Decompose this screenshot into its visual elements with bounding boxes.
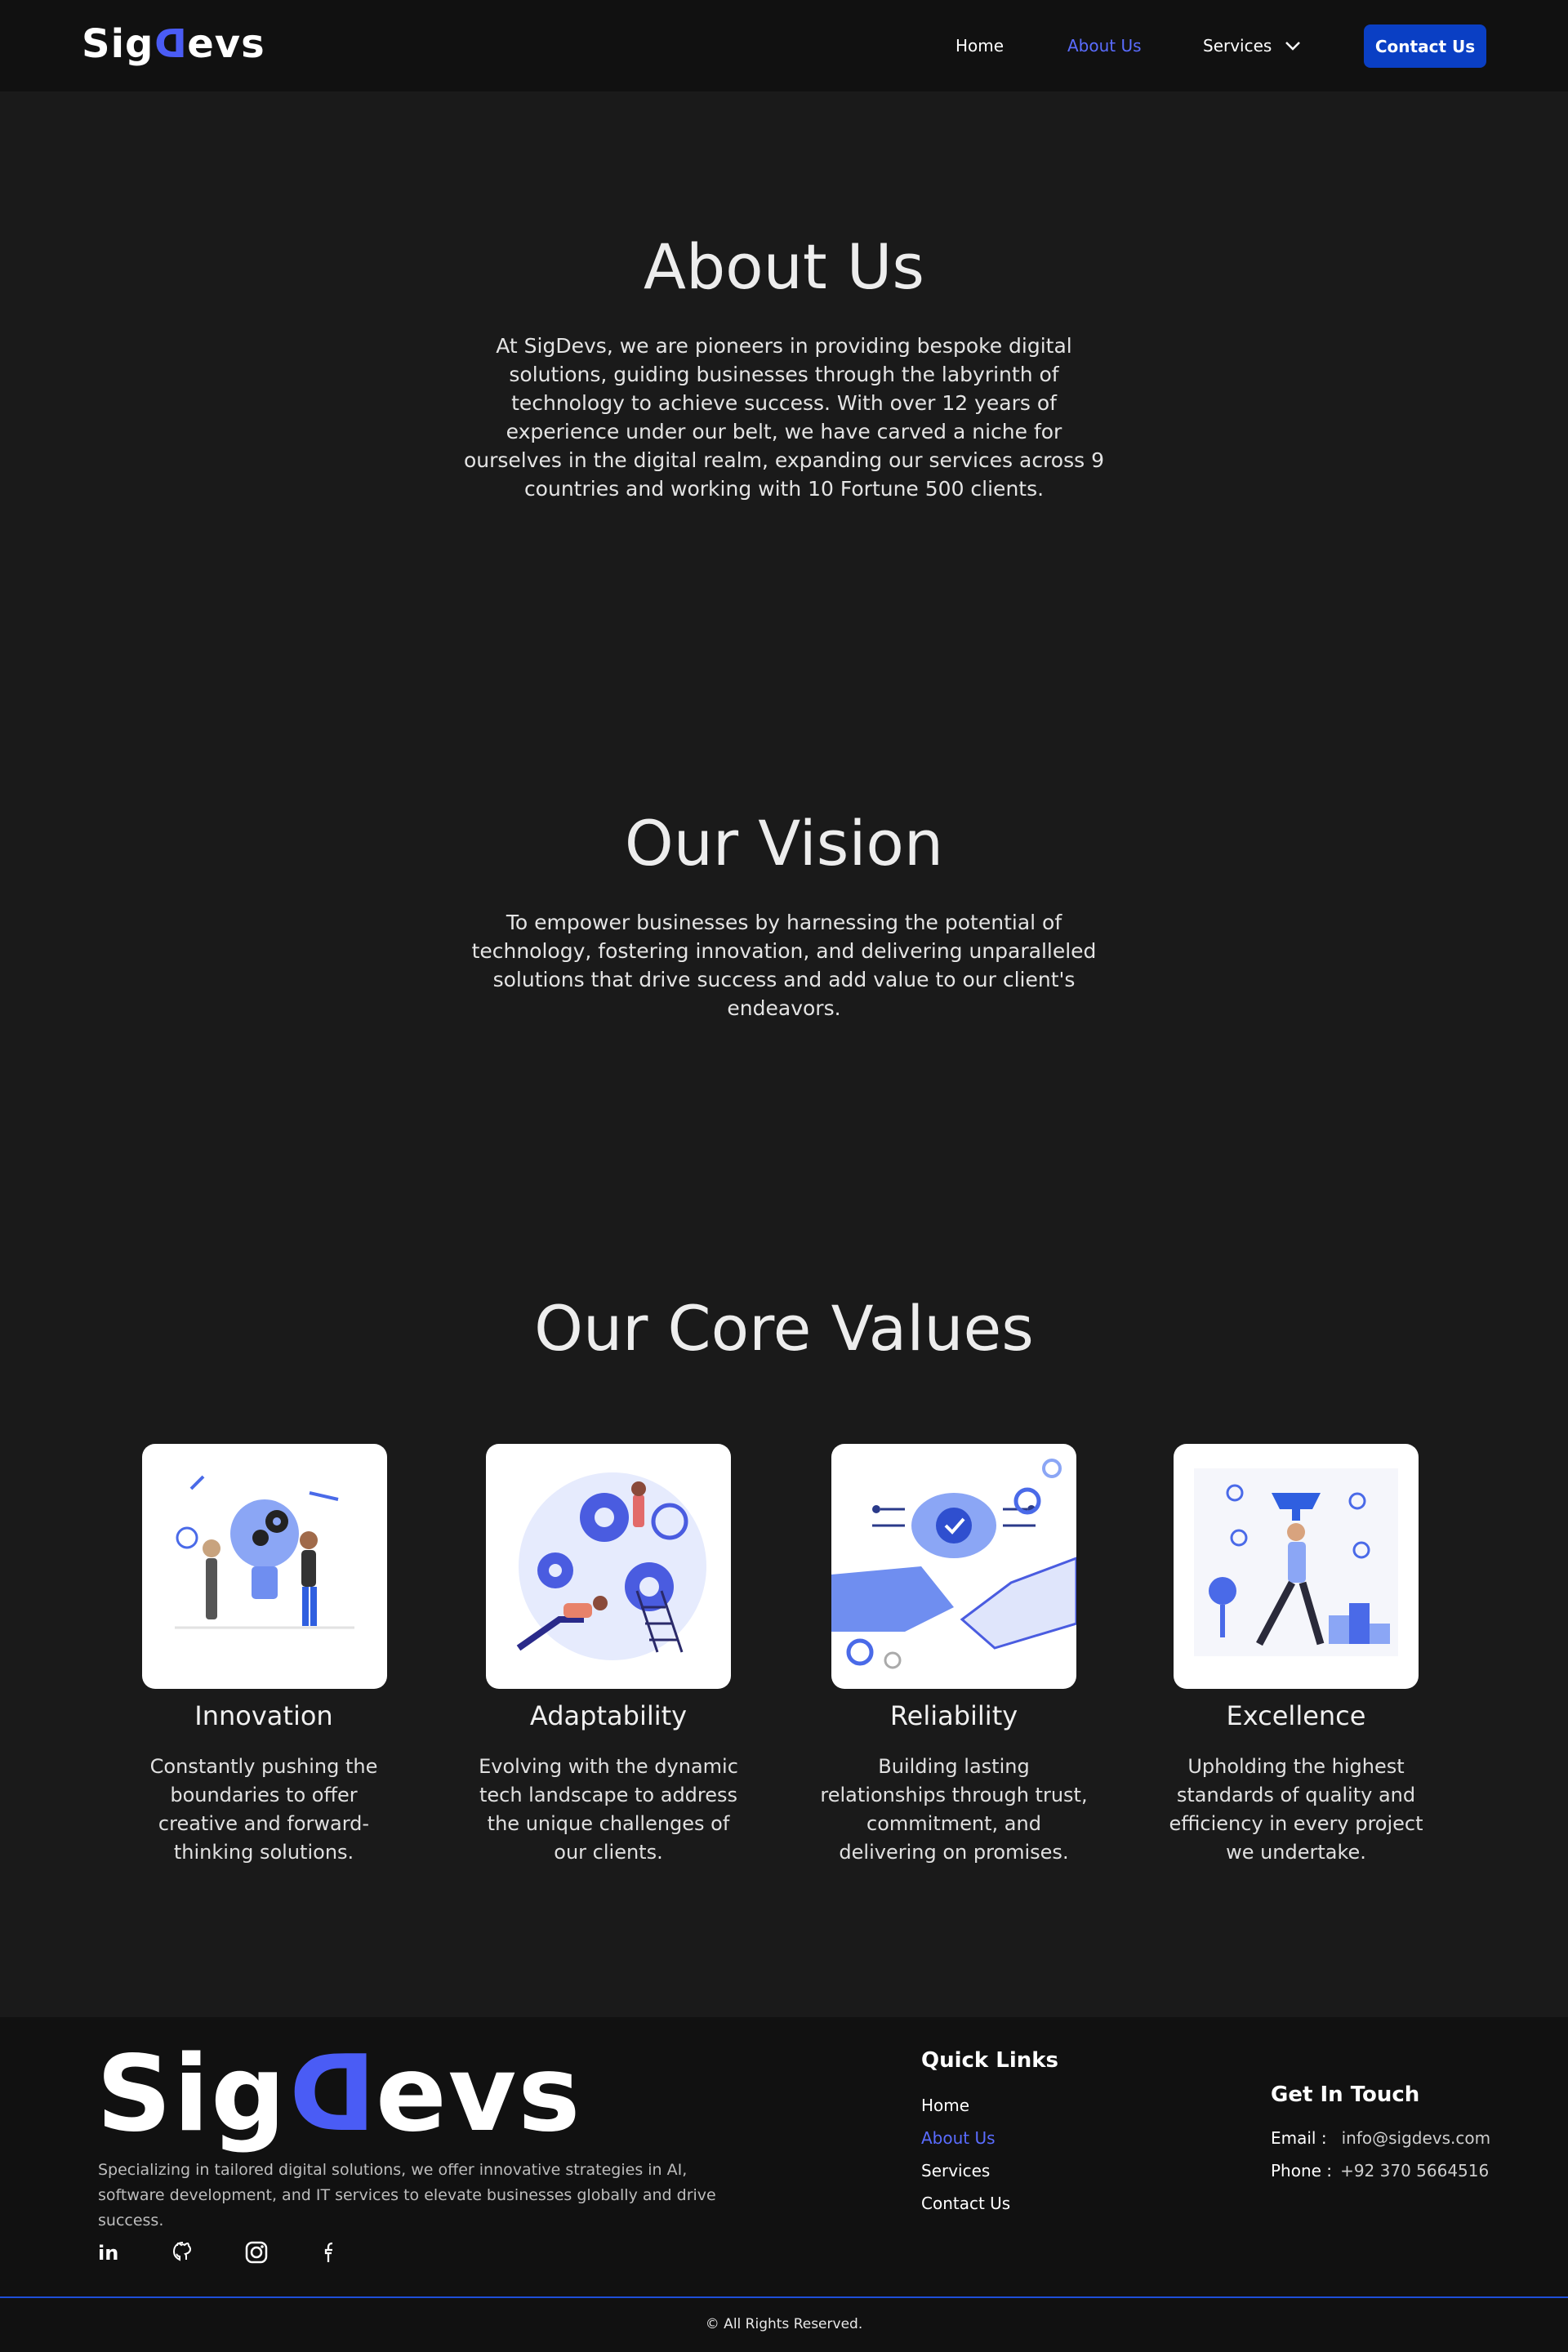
excellence-card-image (1174, 1444, 1419, 1689)
reliability-title: Reliability (889, 1700, 1018, 1731)
site-header: SigDevs Home About Us Services Contact U… (0, 0, 1568, 91)
footer-logo-text-d: D (287, 2034, 376, 2155)
footer-link-home[interactable]: Home (921, 2096, 969, 2115)
quick-links-title: Quick Links (921, 2048, 1059, 2073)
nav-services-label: Services (1203, 36, 1272, 56)
people-gears-illustration (516, 1472, 706, 1660)
phone-label: Phone : (1271, 2161, 1333, 2180)
footer-phone: Phone : +92 370 5664516 (1271, 2161, 1489, 2180)
email-label: Email : (1271, 2128, 1327, 2148)
email-value[interactable]: info@sigdevs.com (1342, 2128, 1491, 2148)
footer-link-services[interactable]: Services (921, 2161, 990, 2180)
logo-text-sig: Sig (82, 21, 154, 67)
excellence-title: Excellence (1226, 1700, 1366, 1731)
copyright-text: © All Rights Reserved. (705, 2316, 863, 2332)
innovation-title: Innovation (194, 1700, 333, 1731)
about-text: At SigDevs, we are pioneers in providing… (463, 334, 1105, 501)
reliability-description: Building lasting relationships through t… (820, 1755, 1088, 1864)
github-icon[interactable] (170, 2239, 196, 2265)
footer-tagline: Specializing in tailored digital solutio… (98, 2161, 716, 2230)
vision-text: To empower businesses by harnessing the … (471, 911, 1097, 1020)
reliability-card-image (831, 1444, 1076, 1689)
adaptability-card-image (486, 1444, 731, 1689)
instagram-icon[interactable] (243, 2239, 270, 2265)
footer-email: Email : info@sigdevs.com (1271, 2128, 1490, 2148)
adaptability-title: Adaptability (529, 1700, 688, 1731)
handshake-brain-illustration (831, 1459, 1076, 1669)
about-title: About Us (643, 230, 925, 303)
footer-logo-text-sig: Sig (96, 2034, 287, 2155)
footer-logo-text-evs: evs (375, 2034, 582, 2155)
logo-text-evs: evs (187, 21, 265, 67)
footer-link-contact-us[interactable]: Contact Us (921, 2194, 1010, 2213)
phone-value[interactable]: +92 370 5664516 (1340, 2161, 1489, 2180)
nav-about-us[interactable]: About Us (1067, 24, 1142, 67)
trophy-podium-illustration (1194, 1468, 1398, 1656)
excellence-description: Upholding the highest standards of quali… (1169, 1755, 1423, 1864)
footer-divider (0, 2296, 1568, 2298)
contact-us-button[interactable]: Contact Us (1364, 24, 1486, 68)
svg-text:in: in (98, 2242, 118, 2265)
nav-home[interactable]: Home (956, 24, 1004, 67)
get-in-touch-title: Get In Touch (1271, 2082, 1420, 2107)
linkedin-icon[interactable]: in (96, 2239, 122, 2265)
chevron-down-icon (1285, 42, 1301, 51)
core-values-title: Our Core Values (534, 1292, 1034, 1365)
logo-text-d: D (154, 21, 188, 67)
header-logo[interactable]: SigDevs (82, 20, 265, 69)
innovation-description: Constantly pushing the boundaries to off… (149, 1755, 378, 1864)
footer-logo[interactable]: SigDevs (96, 2034, 581, 2156)
facebook-icon[interactable] (317, 2239, 343, 2265)
adaptability-description: Evolving with the dynamic tech landscape… (479, 1755, 738, 1864)
lightbulb-gears-illustration (175, 1475, 354, 1629)
nav-services[interactable]: Services (1203, 24, 1301, 67)
footer-link-about-us[interactable]: About Us (921, 2128, 996, 2148)
vision-title: Our Vision (624, 807, 944, 880)
innovation-card-image (142, 1444, 387, 1689)
